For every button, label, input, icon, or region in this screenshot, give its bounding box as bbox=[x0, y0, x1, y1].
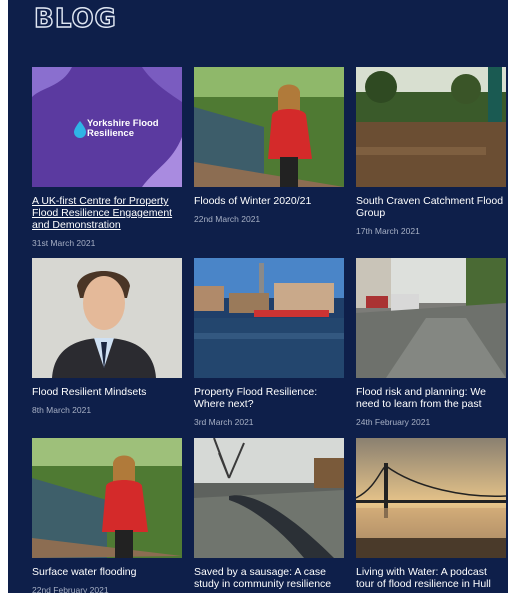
post-title-link[interactable]: Saved by a sausage: A case study in comm… bbox=[194, 566, 344, 590]
blog-panel: BLOG Yorkshire Flood Resilience A UK-fir… bbox=[8, 0, 508, 593]
post-thumbnail[interactable] bbox=[356, 438, 506, 558]
blog-card: Yorkshire Flood Resilience A UK-first Ce… bbox=[32, 67, 182, 248]
post-date: 22nd February 2021 bbox=[32, 585, 109, 593]
post-thumbnail[interactable] bbox=[194, 67, 344, 187]
post-title-link[interactable]: A UK-first Centre for Property Flood Res… bbox=[32, 195, 182, 231]
post-title-link[interactable]: Flood risk and planning: We need to lear… bbox=[356, 386, 506, 410]
post-thumbnail[interactable] bbox=[194, 438, 344, 558]
blog-card: Flood Resilient Mindsets 8th March 2021 bbox=[32, 258, 182, 415]
flooded-park-photo bbox=[356, 67, 506, 187]
post-title-link[interactable]: South Craven Catchment Flood Group bbox=[356, 195, 506, 219]
blog-card: Saved by a sausage: A case study in comm… bbox=[194, 438, 344, 590]
post-thumbnail[interactable] bbox=[32, 258, 182, 378]
post-title-link[interactable]: Property Flood Resilience: Where next? bbox=[194, 386, 344, 410]
post-thumbnail[interactable] bbox=[194, 258, 344, 378]
post-date: 17th March 2021 bbox=[356, 226, 420, 236]
blog-card: Surface water flooding 22nd February 202… bbox=[32, 438, 182, 593]
post-thumbnail[interactable] bbox=[32, 438, 182, 558]
blog-card: Living with Water: A podcast tour of flo… bbox=[356, 438, 506, 590]
flood-barrier-photo bbox=[194, 438, 344, 558]
flooded-street-photo bbox=[356, 258, 506, 378]
post-thumbnail[interactable] bbox=[356, 67, 506, 187]
woman-red-coat-photo bbox=[32, 438, 182, 558]
post-date: 3rd March 2021 bbox=[194, 417, 254, 427]
post-title-link[interactable]: Flood Resilient Mindsets bbox=[32, 386, 182, 398]
post-thumbnail[interactable]: Yorkshire Flood Resilience bbox=[32, 67, 182, 187]
woman-red-coat-photo bbox=[194, 67, 344, 187]
blog-card: Flood risk and planning: We need to lear… bbox=[356, 258, 506, 427]
post-date: 22nd March 2021 bbox=[194, 214, 261, 224]
blog-card: South Craven Catchment Flood Group 17th … bbox=[356, 67, 506, 236]
blog-card: Floods of Winter 2020/21 22nd March 2021 bbox=[194, 67, 344, 224]
post-date: 8th March 2021 bbox=[32, 405, 92, 415]
humber-bridge-photo bbox=[356, 438, 506, 558]
post-thumbnail[interactable] bbox=[356, 258, 506, 378]
logo-text: Yorkshire Flood Resilience bbox=[87, 118, 159, 139]
post-date: 31st March 2021 bbox=[32, 238, 96, 248]
man-portrait-photo bbox=[32, 258, 182, 378]
post-title-link[interactable]: Floods of Winter 2020/21 bbox=[194, 195, 344, 207]
river-town-photo bbox=[194, 258, 344, 378]
post-title-link[interactable]: Surface water flooding bbox=[32, 566, 182, 578]
post-title-link[interactable]: Living with Water: A podcast tour of flo… bbox=[356, 566, 506, 590]
blog-card: Property Flood Resilience: Where next? 3… bbox=[194, 258, 344, 427]
page-title: BLOG bbox=[33, 3, 117, 34]
post-date: 24th February 2021 bbox=[356, 417, 431, 427]
